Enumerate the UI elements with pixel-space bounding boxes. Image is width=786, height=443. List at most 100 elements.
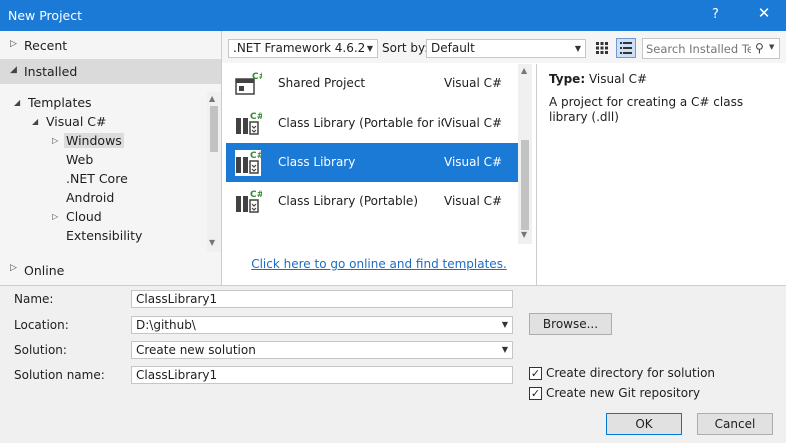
class-library-icon: C# bbox=[236, 112, 262, 135]
list-view-icon bbox=[620, 42, 632, 54]
template-row-shared-project[interactable]: C# Shared Project Visual C# bbox=[226, 64, 518, 103]
svg-text:C#: C# bbox=[250, 151, 262, 161]
template-list: C# Shared Project Visual C# C# Class Lib… bbox=[226, 64, 518, 285]
tree-item-label: Windows bbox=[64, 133, 124, 148]
framework-dropdown[interactable]: .NET Framework 4.6.2 ▼ bbox=[228, 39, 378, 58]
cancel-button[interactable]: Cancel bbox=[697, 413, 773, 435]
template-description: A project for creating a C# class librar… bbox=[549, 95, 744, 124]
template-language: Visual C# bbox=[444, 194, 503, 208]
section-installed-label: Installed bbox=[24, 64, 78, 79]
tree-item-cloud[interactable]: ▷ Cloud bbox=[52, 207, 102, 226]
create-git-label: Create new Git repository bbox=[546, 386, 701, 400]
checkmark-icon[interactable]: ✓ bbox=[529, 367, 542, 380]
class-library-icon: C# bbox=[236, 190, 262, 213]
close-button[interactable]: ✕ bbox=[752, 4, 776, 22]
scroll-up-arrow-icon[interactable]: ▲ bbox=[209, 94, 215, 103]
section-recent[interactable]: ▷ Recent bbox=[0, 33, 221, 58]
tree-item-visual-csharp[interactable]: ◢ Visual C# bbox=[32, 112, 107, 131]
ok-button[interactable]: OK bbox=[606, 413, 682, 435]
template-name: Class Library bbox=[278, 155, 356, 169]
chevron-down-icon: ▼ bbox=[501, 320, 508, 329]
section-online[interactable]: ▷ Online bbox=[0, 257, 221, 282]
chevron-down-icon: ▼ bbox=[501, 345, 508, 354]
template-type-label: Type: bbox=[549, 72, 586, 86]
template-type: Type: Visual C# bbox=[549, 72, 647, 86]
title-bar: New Project ? ✕ bbox=[0, 0, 786, 31]
section-installed[interactable]: ◢ Installed bbox=[0, 59, 221, 84]
template-row-class-library[interactable]: C# Class Library Visual C# bbox=[226, 143, 518, 182]
search-icon[interactable]: ⚲ bbox=[755, 41, 764, 55]
project-settings-form: Name: Location: D:\github\ ▼ Browse... S… bbox=[0, 285, 786, 443]
chevron-down-icon[interactable]: ▼ bbox=[769, 43, 774, 51]
tree-item-android[interactable]: Android bbox=[66, 188, 114, 207]
tree-item-label: Templates bbox=[28, 95, 92, 110]
scroll-down-arrow-icon[interactable]: ▼ bbox=[209, 238, 215, 247]
solution-name-label: Solution name: bbox=[14, 368, 105, 382]
location-label: Location: bbox=[14, 318, 69, 332]
sort-by-label: Sort by: bbox=[382, 41, 429, 55]
expand-arrow-icon: ▷ bbox=[10, 39, 17, 49]
expand-arrow-icon: ▷ bbox=[10, 263, 17, 273]
help-button[interactable]: ? bbox=[712, 7, 719, 22]
sort-value: Default bbox=[431, 41, 475, 55]
section-recent-label: Recent bbox=[24, 38, 68, 53]
expand-arrow-icon: ▷ bbox=[52, 212, 59, 221]
chevron-down-icon: ▼ bbox=[366, 44, 373, 53]
template-row-class-library-portable-multi[interactable]: C# Class Library (Portable for iOS, Andr… bbox=[226, 104, 518, 143]
location-combobox[interactable]: D:\github\ ▼ bbox=[131, 316, 513, 334]
scroll-thumb[interactable] bbox=[210, 106, 218, 152]
scroll-up-arrow-icon[interactable]: ▲ bbox=[521, 66, 527, 75]
shared-project-icon: C# bbox=[235, 72, 262, 95]
tree-scrollbar[interactable]: ▲ ▼ bbox=[207, 92, 221, 252]
template-name: Shared Project bbox=[278, 76, 366, 90]
collapse-arrow-icon: ◢ bbox=[14, 98, 21, 107]
tree-item-extensibility[interactable]: Extensibility bbox=[66, 226, 142, 245]
tree-item-label: Cloud bbox=[66, 209, 102, 224]
search-input[interactable] bbox=[643, 39, 751, 58]
find-templates-online-link[interactable]: Click here to go online and find templat… bbox=[226, 257, 532, 271]
browse-button[interactable]: Browse... bbox=[529, 313, 612, 335]
chevron-down-icon: ▼ bbox=[574, 44, 581, 53]
tree-item-net-core[interactable]: .NET Core bbox=[66, 169, 128, 188]
collapse-arrow-icon: ◢ bbox=[32, 117, 39, 126]
framework-value: .NET Framework 4.6.2 bbox=[233, 41, 366, 55]
create-directory-label: Create directory for solution bbox=[546, 366, 716, 380]
scroll-down-arrow-icon[interactable]: ▼ bbox=[521, 230, 527, 239]
solution-value: Create new solution bbox=[136, 343, 256, 357]
template-name: Class Library (Portable) bbox=[278, 194, 418, 208]
solution-name-field[interactable] bbox=[131, 366, 513, 384]
template-type-value: Visual C# bbox=[588, 72, 648, 86]
grid-view-icon bbox=[596, 42, 608, 54]
template-info-pane: Type: Visual C# A project for creating a… bbox=[536, 64, 786, 285]
sort-dropdown[interactable]: Default ▼ bbox=[426, 39, 586, 58]
svg-text:C#: C# bbox=[250, 112, 262, 122]
location-value: D:\github\ bbox=[136, 318, 196, 332]
tree-item-web[interactable]: Web bbox=[66, 150, 93, 169]
list-view-button[interactable] bbox=[616, 38, 636, 58]
scroll-thumb[interactable] bbox=[521, 140, 529, 230]
template-row-class-library-portable[interactable]: C# Class Library (Portable) Visual C# bbox=[226, 182, 518, 221]
checkmark-icon[interactable]: ✓ bbox=[529, 387, 542, 400]
tree-item-label: Android bbox=[66, 190, 115, 205]
template-language: Visual C# bbox=[444, 155, 503, 169]
grid-view-button[interactable] bbox=[592, 38, 612, 58]
tree-item-templates[interactable]: ◢ Templates bbox=[14, 93, 92, 112]
template-toolbar: .NET Framework 4.6.2 ▼ Sort by: Default … bbox=[222, 31, 786, 63]
search-templates-box[interactable]: ⚲ ▼ bbox=[642, 38, 780, 59]
tree-item-label: Visual C# bbox=[46, 114, 107, 129]
section-online-label: Online bbox=[24, 263, 65, 278]
template-name: Class Library (Portable for iOS, Android… bbox=[278, 116, 444, 130]
tree-item-label: Web bbox=[66, 152, 94, 167]
class-library-icon: C# bbox=[235, 150, 262, 176]
template-language: Visual C# bbox=[444, 76, 503, 90]
window-title: New Project bbox=[8, 8, 83, 23]
solution-dropdown[interactable]: Create new solution ▼ bbox=[131, 341, 513, 359]
template-tree: ◢ Templates ◢ Visual C# ▷ Windows Web .N… bbox=[0, 92, 208, 252]
svg-text:C#: C# bbox=[250, 190, 262, 200]
tree-item-windows[interactable]: ▷ Windows bbox=[52, 131, 124, 150]
template-list-scrollbar[interactable]: ▲ ▼ bbox=[518, 64, 532, 244]
name-field[interactable] bbox=[131, 290, 513, 308]
collapse-arrow-icon: ◢ bbox=[10, 65, 17, 75]
tree-item-label: Extensibility bbox=[66, 228, 143, 243]
template-language: Visual C# bbox=[444, 116, 503, 130]
